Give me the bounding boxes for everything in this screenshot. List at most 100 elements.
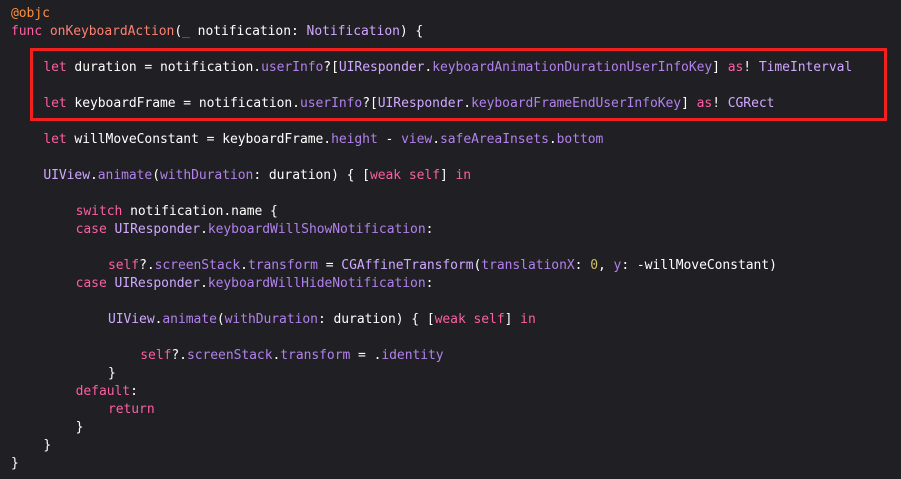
code-token: willMoveConstant = keyboardFrame.: [66, 132, 332, 147]
code-token: animate: [97, 168, 153, 183]
code-token: in: [520, 312, 536, 327]
code-token: default: [75, 384, 131, 399]
code-line[interactable]: default:: [76, 383, 138, 401]
code-token: }: [107, 366, 116, 381]
code-token: keyboardWillHideNotification: [207, 276, 426, 291]
code-token: .: [200, 222, 208, 237]
code-token: keyboardFrameEndUserInfoKey: [471, 96, 682, 111]
code-token: func: [11, 24, 43, 39]
code-line[interactable]: self?.screenStack.transform = .identity: [140, 347, 443, 365]
code-token: : duration) { [: [253, 168, 370, 183]
code-token: keyboardWillShowNotification: [207, 222, 426, 237]
code-token: : -willMoveConstant): [621, 258, 777, 273]
code-token: as: [696, 96, 713, 111]
code-token: ) {: [399, 24, 424, 39]
code-token: screenStack: [186, 348, 273, 363]
code-token: UIResponder: [114, 222, 201, 237]
code-token: }: [75, 420, 84, 435]
code-token: = .: [350, 348, 382, 363]
code-line[interactable]: let keyboardFrame = notification.userInf…: [43, 95, 774, 113]
code-token: ?[: [323, 60, 339, 75]
code-line[interactable]: switch notification.name {: [76, 203, 278, 221]
code-token: let: [43, 132, 67, 147]
code-token: (: [152, 168, 160, 183]
code-token: onKeyboardAction: [49, 24, 175, 39]
code-token: view: [401, 132, 433, 147]
code-line[interactable]: return: [108, 401, 155, 419]
code-line[interactable]: func onKeyboardAction(_ notification: No…: [11, 23, 423, 41]
code-token: withDuration: [224, 312, 318, 327]
code-token: ]: [712, 60, 728, 75]
code-token: }: [43, 438, 52, 453]
code-line[interactable]: }: [11, 455, 19, 473]
code-token: userInfo: [261, 60, 324, 75]
code-token: :: [130, 384, 138, 399]
code-token: self: [140, 348, 172, 363]
code-token: .: [432, 132, 440, 147]
code-token: !: [712, 96, 728, 111]
code-token: transform: [280, 348, 351, 363]
code-editor[interactable]: @objc func onKeyboardAction(_ notificatio…: [0, 0, 901, 479]
code-token: ]: [439, 168, 456, 183]
code-token: ]: [504, 312, 521, 327]
code-token: in: [455, 168, 472, 183]
code-token: switch: [75, 204, 123, 219]
code-token: ]: [681, 96, 697, 111]
code-token: height: [331, 132, 378, 147]
code-line[interactable]: case UIResponder.keyboardWillHideNotific…: [76, 275, 434, 293]
code-token: .: [89, 168, 98, 183]
code-token: UIResponder: [338, 60, 425, 75]
code-token: :: [574, 258, 591, 273]
code-token: keyboardAnimationDurationUserInfoKey: [432, 60, 713, 75]
code-token: : duration) { [: [317, 312, 435, 327]
code-token: CGAffineTransform: [341, 258, 474, 273]
code-token: withDuration: [159, 168, 254, 183]
code-token: animate: [162, 312, 217, 327]
code-token: (: [174, 24, 183, 39]
code-token: _: [182, 24, 190, 39]
code-token: Notification: [306, 24, 400, 39]
code-token: return: [107, 402, 155, 417]
code-token: self: [107, 258, 140, 273]
code-token: transform: [247, 258, 318, 273]
code-token: duration = notification.: [66, 60, 262, 75]
code-token: weak: [369, 168, 402, 183]
code-line[interactable]: let duration = notification.userInfo?[UI…: [43, 59, 852, 77]
code-line[interactable]: UIView.animate(withDuration: duration) {…: [43, 167, 471, 185]
code-line[interactable]: UIView.animate(withDuration: duration) {…: [108, 311, 536, 329]
code-token: notification:: [189, 24, 307, 39]
code-token: self: [408, 168, 440, 183]
code-token: 0: [590, 258, 598, 273]
code-token: @objc: [11, 6, 50, 21]
code-token: :: [425, 222, 434, 237]
code-line[interactable]: }: [76, 419, 84, 437]
code-token: bottom: [556, 132, 604, 147]
code-token: UIView: [43, 168, 90, 183]
code-token: let: [43, 96, 67, 111]
code-line[interactable]: }: [43, 437, 51, 455]
code-token: userInfo: [299, 96, 363, 111]
code-line[interactable]: self?.screenStack.transform = CGAffineTr…: [108, 257, 777, 275]
code-line[interactable]: case UIResponder.keyboardWillShowNotific…: [76, 221, 434, 239]
code-token: weak: [434, 312, 466, 327]
code-token: UIResponder: [114, 276, 201, 291]
code-line[interactable]: }: [108, 365, 116, 383]
code-token: =: [317, 258, 342, 273]
code-token: screenStack: [154, 258, 241, 273]
code-token: }: [11, 456, 19, 471]
code-token: identity: [381, 348, 444, 363]
code-token: translationX: [481, 258, 575, 273]
code-token: ?[: [362, 96, 378, 111]
code-token: notification.name {: [122, 204, 278, 219]
code-line[interactable]: let willMoveConstant = keyboardFrame.hei…: [43, 131, 603, 149]
code-token: ?.: [171, 348, 187, 363]
code-line[interactable]: @objc: [11, 5, 50, 23]
code-token: !: [743, 60, 759, 75]
code-token: :: [425, 276, 434, 291]
code-token: safeAreaInsets: [439, 132, 549, 147]
